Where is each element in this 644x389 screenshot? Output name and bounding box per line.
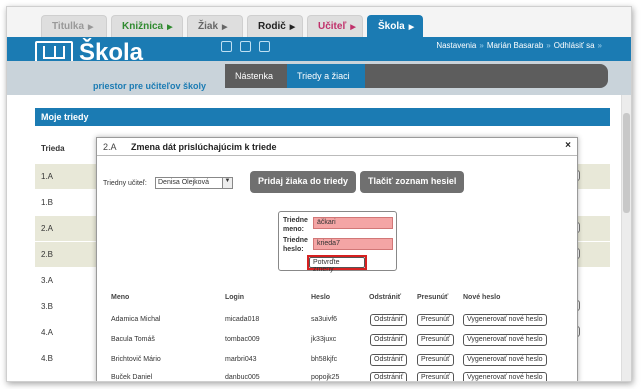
student-name: Adamica Michal [111, 316, 161, 323]
app-window: Titulka ▶ Knižnica ▶ Žiak ▶ Rodič ▶ Učiteľ ▶ … [6, 6, 632, 382]
print-passwords-button[interactable]: Tlačiť zoznam hesiel [360, 171, 465, 193]
separator-icon: » [597, 41, 602, 50]
teacher-label: Triedny učiteľ: [103, 180, 147, 187]
class-password-input[interactable]: krieda7 [313, 238, 393, 250]
move-button[interactable]: Presunúť [417, 372, 454, 381]
chevron-right-icon: ▶ [167, 24, 173, 31]
class-name[interactable]: 4.A [41, 328, 53, 337]
class-name[interactable]: 3.B [41, 302, 53, 311]
remove-button[interactable]: Odstrániť [370, 334, 408, 346]
separator-icon: » [546, 41, 551, 50]
column-move: Presunúť [417, 294, 449, 301]
tab-label: Titulka [52, 21, 85, 32]
tab-ucitel[interactable]: Učiteľ ▶ [307, 15, 363, 37]
chevron-right-icon: ▶ [289, 24, 296, 31]
class-name-label: Triedne meno: [283, 217, 308, 233]
subtab-nastenka[interactable]: Nástenka [225, 64, 283, 88]
user-link[interactable]: Marián Basarab [487, 41, 543, 50]
remove-button[interactable]: Odstrániť [370, 372, 408, 381]
subtabs: Nástenka Triedy a žiaci [225, 64, 608, 88]
dialog-header: 2.A Zmena dát prislúchajúcim k triede × [97, 138, 577, 156]
settings-link[interactable]: Nastavenia [436, 41, 476, 50]
class-name[interactable]: 2.B [41, 250, 53, 259]
student-password: sa3uivf6 [311, 316, 338, 323]
student-name: Bacula Tomáš [111, 336, 155, 343]
logout-link[interactable]: Odhlásiť sa [554, 41, 595, 50]
class-name[interactable]: 4.B [41, 354, 53, 363]
move-button[interactable]: Presunúť [417, 354, 454, 366]
student-login: danbuc005 [225, 374, 260, 381]
move-button[interactable]: Presunúť [417, 314, 454, 326]
book-icon [35, 41, 73, 63]
new-password-button[interactable]: Vygenerovať nové heslo [463, 314, 547, 326]
student-row: Adamica Michal micada018 sa3uivf6 Odstrá… [97, 312, 577, 332]
close-icon[interactable]: × [565, 140, 571, 151]
column-name: Meno [111, 294, 130, 301]
confirm-changes-button[interactable]: Potvrďte zmeny [309, 257, 365, 273]
chevron-right-icon: ▶ [88, 24, 94, 31]
twitter-icon[interactable] [240, 41, 251, 52]
remove-button[interactable]: Odstrániť [370, 354, 408, 366]
class-password-label: Triedne heslo: [283, 237, 308, 253]
tab-label: Učiteľ [318, 21, 347, 32]
chevron-right-icon: ▶ [408, 24, 415, 31]
new-password-button[interactable]: Vygenerovať nové heslo [463, 354, 547, 366]
student-row: Buček Daniel danbuc005 popojk25 Odstráni… [97, 370, 577, 381]
student-password: bh58kjfc [311, 356, 338, 363]
tab-label: Škola [378, 21, 405, 32]
separator-icon: » [479, 41, 484, 50]
tagline: priestor pre učiteľov školy [93, 81, 207, 91]
user-nav: Nastavenia» Marián Basarab» Odhlásiť sa» [436, 41, 605, 50]
edit-class-dialog: 2.A Zmena dát prislúchajúcim k triede × … [96, 137, 578, 381]
chevron-right-icon: ▶ [350, 24, 356, 31]
student-row: Bacula Tomáš tombac009 jk33juxc Odstráni… [97, 332, 577, 352]
tab-label: Rodič [258, 21, 286, 32]
student-row: Brichtovič Mário marbri043 bh58kjfc Odst… [97, 352, 577, 372]
facebook-icon[interactable] [221, 41, 232, 52]
student-password: jk33juxc [311, 336, 337, 343]
remove-button[interactable]: Odstrániť [370, 314, 408, 326]
tab-kniznica[interactable]: Knižnica ▶ [111, 15, 183, 37]
student-login: micada018 [225, 316, 260, 323]
tab-ziak[interactable]: Žiak ▶ [187, 15, 243, 37]
chevron-down-icon[interactable]: ▼ [222, 178, 232, 188]
class-name[interactable]: 1.A [41, 172, 53, 181]
chevron-right-icon: ▶ [222, 24, 228, 31]
class-name[interactable]: 3.A [41, 276, 53, 285]
student-login: marbri043 [225, 356, 257, 363]
teacher-value: Denisa Olejková [158, 179, 209, 186]
scrollbar[interactable] [621, 95, 631, 381]
column-login: Login [225, 294, 245, 301]
column-new-password: Nové heslo [463, 294, 501, 301]
column-remove: Odstrániť [369, 294, 402, 301]
tab-label: Žiak [198, 21, 219, 32]
top-tabs: Titulka ▶ Knižnica ▶ Žiak ▶ Rodič ▶ Učiteľ ▶ … [7, 7, 631, 37]
class-code: 2.A [103, 142, 117, 152]
section-title: Moje triedy [35, 108, 610, 126]
tab-label: Knižnica [122, 21, 164, 32]
teacher-select[interactable]: Denisa Olejková ▼ [155, 177, 233, 189]
class-name[interactable]: 1.B [41, 198, 53, 207]
tab-titulka[interactable]: Titulka ▶ [41, 15, 107, 37]
move-button[interactable]: Presunúť [417, 334, 454, 346]
mail-icon[interactable] [259, 41, 270, 52]
sub-bar: priestor pre učiteľov školy Nástenka Tri… [7, 61, 631, 95]
tab-rodic[interactable]: Rodič ▶ [247, 15, 303, 37]
student-password: popojk25 [311, 374, 340, 381]
column-password: Heslo [311, 294, 331, 301]
student-name: Brichtovič Mário [111, 356, 161, 363]
dialog-title: Zmena dát prislúchajúcim k triede [131, 142, 277, 152]
column-header: Trieda [41, 144, 65, 153]
class-name-input[interactable]: äčkari [313, 217, 393, 229]
scrollbar-thumb[interactable] [623, 113, 630, 213]
class-credentials-box: Triedne meno: äčkari Triedne heslo: krie… [278, 211, 397, 273]
class-name[interactable]: 2.A [41, 224, 53, 233]
new-password-button[interactable]: Vygenerovať nové heslo [463, 334, 547, 346]
tab-skola[interactable]: Škola ▶ [367, 15, 423, 37]
add-student-button[interactable]: Pridaj žiaka do triedy [250, 171, 357, 193]
new-password-button[interactable]: Vygenerovať nové heslo [463, 372, 547, 381]
student-name: Buček Daniel [111, 374, 153, 381]
subtab-triedy[interactable]: Triedy a žiaci [287, 64, 365, 88]
student-login: tombac009 [225, 336, 260, 343]
